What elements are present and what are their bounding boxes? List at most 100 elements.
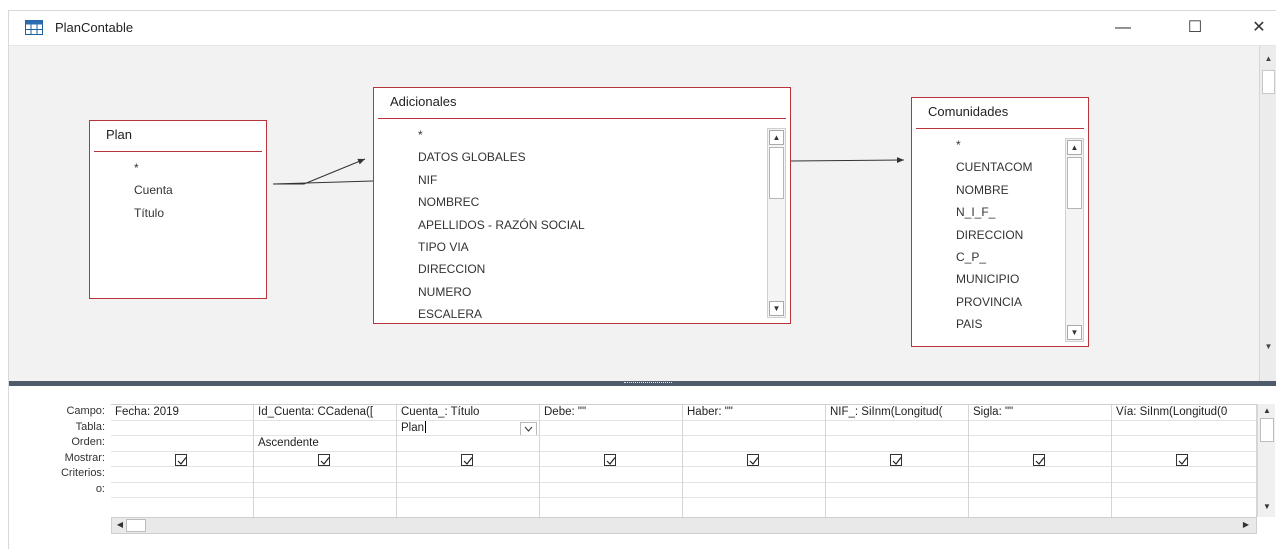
field-item[interactable]: NIF <box>378 169 762 191</box>
campo-cell[interactable]: NIF_: SiInm(Longitud( <box>826 405 968 421</box>
table-adicionales[interactable]: Adicionales * DATOS GLOBALES NIF NOMBREC… <box>373 87 791 324</box>
field-item[interactable]: DIRECCION <box>378 258 762 280</box>
field-item[interactable]: Cuenta <box>94 179 262 201</box>
tabla-cell[interactable] <box>540 421 682 436</box>
field-item[interactable]: APELLIDOS - RAZÓN SOCIAL <box>378 214 762 236</box>
field-item[interactable]: * <box>94 157 262 179</box>
query-design-grid[interactable]: Fecha: 2019 Id_Cuenta: CCadena([ Ascende… <box>111 404 1257 517</box>
field-item[interactable]: * <box>916 134 1060 156</box>
maximize-button[interactable]: ☐ <box>1177 15 1213 41</box>
campo-cell[interactable]: Fecha: 2019 <box>111 405 253 421</box>
grid-column[interactable]: NIF_: SiInm(Longitud( <box>826 405 969 517</box>
splitter-grip-icon[interactable] <box>624 382 672 384</box>
grid-column[interactable]: Sigla: "" <box>969 405 1112 517</box>
field-item[interactable]: DATOS GLOBALES <box>378 146 762 168</box>
grid-vertical-scrollbar[interactable]: ▲ ▼ <box>1257 404 1275 517</box>
grid-column[interactable]: Fecha: 2019 <box>111 405 254 517</box>
field-item[interactable]: CUENTACOM <box>916 156 1060 178</box>
mostrar-checkbox[interactable] <box>1176 453 1188 466</box>
field-item[interactable]: PAIS <box>916 313 1060 335</box>
orden-cell[interactable] <box>1112 436 1256 452</box>
field-item[interactable]: MUNICIPIO <box>916 268 1060 290</box>
criterios-cell[interactable] <box>969 467 1111 483</box>
scroll-thumb[interactable] <box>1260 418 1274 442</box>
design-area-scrollbar[interactable]: ▲ ▼ <box>1259 46 1276 382</box>
join-line-plan-adicionales[interactable] <box>272 158 374 185</box>
criterios-cell[interactable] <box>826 467 968 483</box>
mostrar-checkbox[interactable] <box>175 453 187 466</box>
o-cell[interactable] <box>254 483 396 498</box>
criterios-cell[interactable] <box>254 467 396 483</box>
field-item[interactable]: N_I_F_ <box>916 201 1060 223</box>
scroll-thumb[interactable] <box>769 147 784 199</box>
table-plan[interactable]: Plan * Cuenta Título <box>89 120 267 299</box>
scroll-down-arrow-icon[interactable]: ▼ <box>1263 342 1274 352</box>
tabla-cell[interactable] <box>1112 421 1256 436</box>
grid-column[interactable]: Cuenta_: Título Plan <box>397 405 540 517</box>
orden-cell[interactable] <box>683 436 825 452</box>
o-cell[interactable] <box>111 483 253 498</box>
orden-cell[interactable]: Ascendente <box>254 436 396 452</box>
field-item[interactable]: PROVINCIA <box>916 291 1060 313</box>
o-cell[interactable] <box>969 483 1111 498</box>
table-comunidades[interactable]: Comunidades * CUENTACOM NOMBRE N_I_F_ DI… <box>911 97 1089 347</box>
mostrar-checkbox[interactable] <box>461 453 473 466</box>
grid-horizontal-scrollbar[interactable]: ◀ ▶ <box>111 517 1257 534</box>
grid-column[interactable]: Debe: "" <box>540 405 683 517</box>
criterios-cell[interactable] <box>540 467 682 483</box>
scroll-up-arrow-icon[interactable]: ▲ <box>1067 140 1082 155</box>
field-item[interactable]: DIRECCION <box>916 224 1060 246</box>
mostrar-checkbox[interactable] <box>890 453 902 466</box>
field-item[interactable]: TIPO VIA <box>378 236 762 258</box>
mostrar-checkbox[interactable] <box>604 453 616 466</box>
criterios-cell[interactable] <box>1112 467 1256 483</box>
table-adicionales-title[interactable]: Adicionales <box>378 88 786 119</box>
o-cell[interactable] <box>826 483 968 498</box>
o-cell[interactable] <box>540 483 682 498</box>
field-item[interactable]: * <box>378 124 762 146</box>
mostrar-checkbox[interactable] <box>318 453 330 466</box>
campo-cell[interactable]: Haber: "" <box>683 405 825 421</box>
campo-cell[interactable]: Id_Cuenta: CCadena([ <box>254 405 396 421</box>
scroll-right-arrow-icon[interactable]: ▶ <box>1240 520 1252 529</box>
join-line-adicionales-comunidades[interactable] <box>790 157 905 164</box>
o-cell[interactable] <box>397 483 539 498</box>
close-button[interactable]: ✕ <box>1241 15 1276 41</box>
field-item[interactable]: NOMBREC <box>378 191 762 213</box>
minimize-button[interactable]: — <box>1105 15 1141 41</box>
grid-column[interactable]: Haber: "" <box>683 405 826 517</box>
mostrar-checkbox[interactable] <box>747 453 759 466</box>
orden-cell[interactable] <box>540 436 682 452</box>
criterios-cell[interactable] <box>397 467 539 483</box>
orden-cell[interactable] <box>397 436 539 452</box>
scroll-up-arrow-icon[interactable]: ▲ <box>1263 54 1274 64</box>
scroll-down-arrow-icon[interactable]: ▼ <box>769 301 784 316</box>
campo-cell[interactable]: Sigla: "" <box>969 405 1111 421</box>
field-item[interactable]: Título <box>94 202 262 224</box>
scroll-up-arrow-icon[interactable]: ▲ <box>1262 406 1272 415</box>
table-adicionales-scrollbar[interactable]: ▲ ▼ <box>767 128 786 318</box>
chevron-down-icon[interactable] <box>520 421 537 436</box>
o-cell[interactable] <box>1112 483 1256 498</box>
field-item[interactable]: NOMBRE <box>916 179 1060 201</box>
tabla-cell[interactable] <box>111 421 253 436</box>
tabla-cell[interactable] <box>254 421 396 436</box>
o-cell[interactable] <box>683 483 825 498</box>
field-item[interactable]: C_P_ <box>916 246 1060 268</box>
orden-cell[interactable] <box>111 436 253 452</box>
table-design-area[interactable]: Plan * Cuenta Título Adicionales * DATOS… <box>9 45 1276 382</box>
table-comunidades-scrollbar[interactable]: ▲ ▼ <box>1065 138 1084 342</box>
criterios-cell[interactable] <box>683 467 825 483</box>
mostrar-checkbox[interactable] <box>1033 453 1045 466</box>
tabla-cell[interactable] <box>969 421 1111 436</box>
scroll-up-arrow-icon[interactable]: ▲ <box>769 130 784 145</box>
field-item[interactable]: ESCALERA <box>378 303 762 319</box>
scroll-down-arrow-icon[interactable]: ▼ <box>1067 325 1082 340</box>
grid-column[interactable]: Vía: SiInm(Longitud(0 <box>1112 405 1257 517</box>
campo-cell[interactable]: Cuenta_: Título <box>397 405 539 421</box>
orden-cell[interactable] <box>826 436 968 452</box>
scroll-down-arrow-icon[interactable]: ▼ <box>1262 502 1272 511</box>
scroll-thumb[interactable] <box>1262 70 1275 94</box>
scroll-left-arrow-icon[interactable]: ◀ <box>114 520 126 529</box>
criterios-cell[interactable] <box>111 467 253 483</box>
